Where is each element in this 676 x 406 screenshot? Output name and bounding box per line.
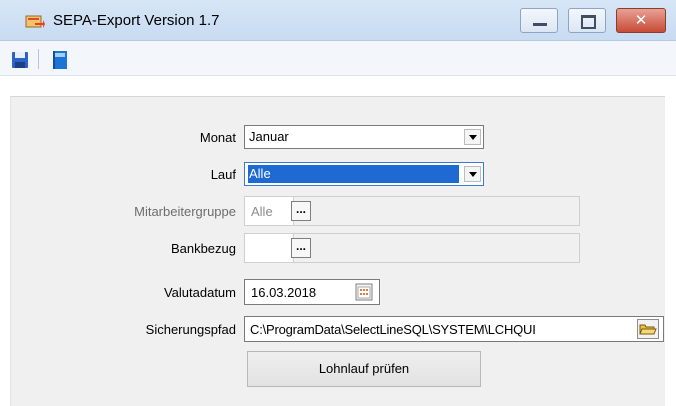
bankbezug-field[interactable] xyxy=(245,234,294,262)
maximize-button[interactable] xyxy=(568,8,606,33)
toolbar xyxy=(0,41,676,76)
calendar-icon[interactable] xyxy=(355,283,373,301)
chevron-down-icon[interactable] xyxy=(464,166,481,182)
title-bar[interactable]: SEPA-Export Version 1.7 ✕ xyxy=(0,0,676,41)
monat-select[interactable]: Januar xyxy=(244,125,484,149)
minimize-button[interactable] xyxy=(520,8,558,33)
minimize-icon xyxy=(533,23,547,26)
bankbezug-label: Bankbezug xyxy=(170,241,236,256)
lauf-select[interactable]: Alle xyxy=(244,162,484,186)
lauf-label: Lauf xyxy=(210,167,236,182)
chevron-down-icon[interactable] xyxy=(464,129,481,145)
mitarbeitergruppe-label: Mitarbeitergruppe xyxy=(134,204,236,219)
valutadatum-field[interactable]: 16.03.2018 xyxy=(244,279,380,305)
window-title: SEPA-Export Version 1.7 xyxy=(53,12,220,29)
folder-open-icon[interactable] xyxy=(637,319,659,339)
monat-label: Monat xyxy=(199,130,236,145)
valutadatum-value: 16.03.2018 xyxy=(251,285,317,300)
bankbezug-browse-button[interactable]: ... xyxy=(291,238,311,258)
bankbezug-lookup: ... xyxy=(244,233,580,263)
close-icon: ✕ xyxy=(634,11,648,29)
close-button[interactable]: ✕ xyxy=(616,8,666,33)
sicherungspfad-label: Sicherungspfad xyxy=(145,322,236,337)
sicherungspfad-value: C:\ProgramData\SelectLineSQL\SYSTEM\LCHQ… xyxy=(250,322,536,337)
monat-value: Januar xyxy=(249,129,289,144)
mitarbeitergruppe-lookup: Alle ... xyxy=(244,196,580,226)
app-icon xyxy=(25,15,45,28)
sepa-export-window: SEPA-Export Version 1.7 ✕ Monat Januar L… xyxy=(0,0,676,406)
save-icon[interactable] xyxy=(11,51,29,69)
lohnlauf-pruefen-button[interactable]: Lohnlauf prüfen xyxy=(247,351,481,387)
book-icon[interactable] xyxy=(51,50,69,70)
maximize-icon xyxy=(581,15,596,29)
valutadatum-label: Valutadatum xyxy=(163,285,236,300)
mitarbeitergruppe-value: Alle xyxy=(251,204,273,219)
mitarbeitergruppe-field: Alle xyxy=(245,197,294,225)
toolbar-separator xyxy=(38,49,39,69)
sicherungspfad-field[interactable]: C:\ProgramData\SelectLineSQL\SYSTEM\LCHQ… xyxy=(244,316,664,342)
lauf-value: Alle xyxy=(248,165,459,183)
mitarbeitergruppe-browse-button: ... xyxy=(291,201,311,221)
